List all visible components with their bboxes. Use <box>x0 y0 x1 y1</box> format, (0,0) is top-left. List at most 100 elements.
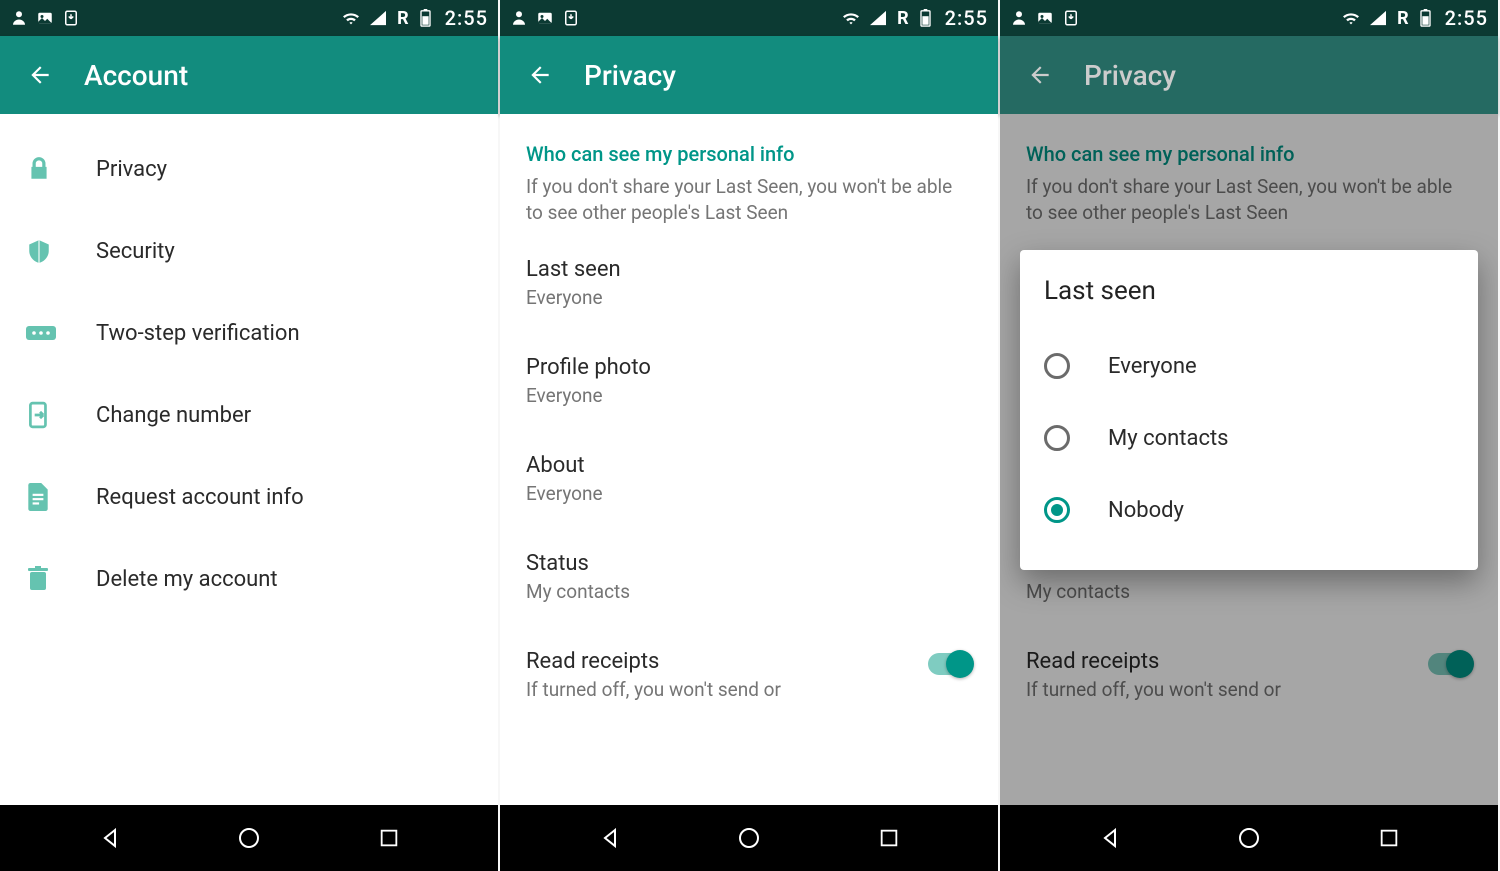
privacy-item-value: Everyone <box>526 384 972 407</box>
privacy-item-sub: If turned off, you won't send or <box>526 678 928 701</box>
privacy-item-title: About <box>526 453 972 478</box>
document-icon <box>26 483 76 511</box>
read-receipts-toggle[interactable] <box>928 653 972 675</box>
account-item-label: Security <box>96 239 175 264</box>
radio-label: Nobody <box>1108 498 1184 523</box>
radio-icon <box>1044 425 1070 451</box>
image-icon <box>536 9 554 27</box>
page-title: Account <box>84 59 188 92</box>
radio-option-nobody[interactable]: Nobody <box>1044 474 1454 546</box>
account-item-label: Change number <box>96 403 251 428</box>
page-title: Privacy <box>1084 59 1176 92</box>
section-header: Who can see my personal info <box>500 114 998 174</box>
nav-home-button[interactable] <box>1219 818 1279 858</box>
sim-swap-icon <box>26 401 76 429</box>
pin-icon <box>26 322 76 344</box>
triangle-back-icon <box>1098 826 1122 850</box>
person-icon <box>510 9 528 27</box>
signal-icon <box>1369 10 1387 26</box>
privacy-item-value: My contacts <box>526 580 972 603</box>
wifi-icon <box>341 10 361 26</box>
arrow-left-icon <box>27 62 53 88</box>
trash-icon <box>26 566 76 592</box>
status-time: 2:55 <box>1445 6 1488 30</box>
image-icon <box>1036 9 1054 27</box>
back-button[interactable] <box>1020 55 1060 95</box>
radio-label: Everyone <box>1108 354 1197 379</box>
account-item-label: Two-step verification <box>96 321 300 346</box>
network-label: R <box>1397 8 1410 29</box>
battery-icon <box>920 9 931 27</box>
back-button[interactable] <box>20 55 60 95</box>
section-header: Who can see my personal info <box>1000 114 1498 174</box>
radio-option-everyone[interactable]: Everyone <box>1044 330 1454 402</box>
privacy-item-title: Read receipts <box>526 649 928 674</box>
section-subtext: If you don't share your Last Seen, you w… <box>1000 174 1498 231</box>
privacy-item-about[interactable]: About Everyone <box>500 427 998 525</box>
account-item-request-info[interactable]: Request account info <box>0 456 498 538</box>
lock-icon <box>26 156 76 182</box>
account-item-label: Privacy <box>96 157 167 182</box>
account-item-delete[interactable]: Delete my account <box>0 538 498 620</box>
network-label: R <box>897 8 910 29</box>
nav-recent-button[interactable] <box>359 818 419 858</box>
download-icon <box>1062 9 1080 27</box>
square-recent-icon <box>378 827 400 849</box>
image-icon <box>36 9 54 27</box>
privacy-item-sub: If turned off, you won't send or <box>1026 678 1428 701</box>
status-bar: R 2:55 <box>1000 0 1498 36</box>
radio-icon <box>1044 353 1070 379</box>
download-icon <box>62 9 80 27</box>
triangle-back-icon <box>98 826 122 850</box>
signal-icon <box>369 10 387 26</box>
privacy-item-read-receipts: Read receipts If turned off, you won't s… <box>1000 623 1498 721</box>
phone-account: R 2:55 Account Privacy Security Two-step… <box>0 0 500 871</box>
privacy-content-dimmed: Who can see my personal info If you don'… <box>1000 114 1498 805</box>
privacy-item-value: Everyone <box>526 286 972 309</box>
radio-icon <box>1044 497 1070 523</box>
privacy-item-profile-photo[interactable]: Profile photo Everyone <box>500 329 998 427</box>
privacy-item-title: Read receipts <box>1026 649 1428 674</box>
signal-icon <box>869 10 887 26</box>
dialog-title: Last seen <box>1044 276 1454 306</box>
nav-back-button[interactable] <box>1080 818 1140 858</box>
person-icon <box>10 9 28 27</box>
nav-home-button[interactable] <box>219 818 279 858</box>
nav-recent-button[interactable] <box>1359 818 1419 858</box>
action-bar: Privacy <box>500 36 998 114</box>
account-item-security[interactable]: Security <box>0 210 498 292</box>
account-item-privacy[interactable]: Privacy <box>0 128 498 210</box>
battery-icon <box>420 9 431 27</box>
section-subtext: If you don't share your Last Seen, you w… <box>500 174 998 231</box>
nav-bar <box>1000 805 1498 871</box>
privacy-item-title: Status <box>526 551 972 576</box>
square-recent-icon <box>1378 827 1400 849</box>
read-receipts-toggle <box>1428 653 1472 675</box>
download-icon <box>562 9 580 27</box>
triangle-back-icon <box>598 826 622 850</box>
status-bar: R 2:55 <box>500 0 998 36</box>
nav-home-button[interactable] <box>719 818 779 858</box>
privacy-item-read-receipts[interactable]: Read receipts If turned off, you won't s… <box>500 623 998 721</box>
shield-icon <box>26 238 76 264</box>
privacy-item-status[interactable]: Status My contacts <box>500 525 998 623</box>
account-item-two-step[interactable]: Two-step verification <box>0 292 498 374</box>
radio-option-my-contacts[interactable]: My contacts <box>1044 402 1454 474</box>
account-item-label: Request account info <box>96 485 304 510</box>
nav-back-button[interactable] <box>580 818 640 858</box>
back-button[interactable] <box>520 55 560 95</box>
radio-label: My contacts <box>1108 426 1229 451</box>
account-item-change-number[interactable]: Change number <box>0 374 498 456</box>
nav-recent-button[interactable] <box>859 818 919 858</box>
battery-icon <box>1420 9 1431 27</box>
status-bar: R 2:55 <box>0 0 498 36</box>
privacy-content: Who can see my personal info If you don'… <box>500 114 998 805</box>
arrow-left-icon <box>1027 62 1053 88</box>
nav-back-button[interactable] <box>80 818 140 858</box>
circle-home-icon <box>237 826 261 850</box>
privacy-item-last-seen[interactable]: Last seen Everyone <box>500 231 998 329</box>
page-title: Privacy <box>584 59 676 92</box>
status-time: 2:55 <box>445 6 488 30</box>
status-time: 2:55 <box>945 6 988 30</box>
privacy-item-title: Profile photo <box>526 355 972 380</box>
